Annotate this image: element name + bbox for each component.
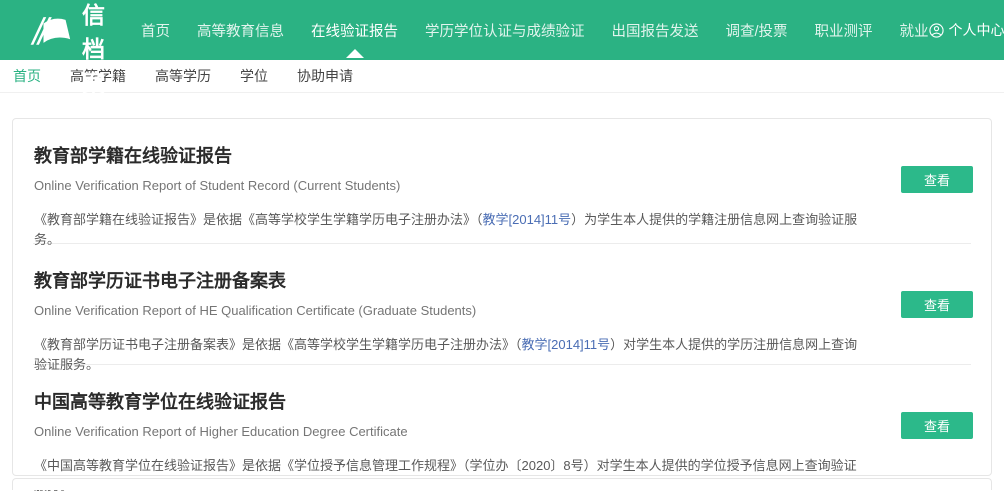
logo[interactable]: 学信档案	[26, 0, 109, 98]
card-title: 中国高等教育学位在线验证报告	[34, 388, 861, 414]
regulation-doc-link[interactable]: 教学[2014]11号	[483, 212, 572, 227]
book-pages-icon	[26, 11, 72, 49]
report-card-degree-certificate: 中国高等教育学位在线验证报告 Online Verification Repor…	[13, 365, 991, 475]
nav-item-employment[interactable]: 就业	[900, 20, 929, 41]
nav-item-higher-education-info[interactable]: 高等教育信息	[197, 20, 284, 41]
active-tab-indicator	[346, 49, 364, 58]
view-button[interactable]: 查看	[901, 291, 973, 318]
card-title: 教育部学历证书电子注册备案表	[34, 267, 861, 293]
report-card-student-record: 教育部学籍在线验证报告 Online Verification Report o…	[13, 119, 991, 243]
report-panel: 教育部学籍在线验证报告 Online Verification Report o…	[12, 118, 992, 476]
nav-item-survey-vote[interactable]: 调查/投票	[726, 20, 788, 41]
nav-item-career-assessment[interactable]: 职业测评	[815, 20, 873, 41]
card-subtitle: Online Verification Report of Higher Edu…	[34, 424, 861, 439]
view-button[interactable]: 查看	[901, 412, 973, 439]
report-card-qualification-certificate: 教育部学历证书电子注册备案表 Online Verification Repor…	[13, 244, 991, 364]
card-subtitle: Online Verification Report of HE Qualifi…	[34, 303, 861, 318]
nav-item-online-verification-report[interactable]: 在线验证报告	[311, 20, 398, 41]
nav-item-home[interactable]: 首页	[141, 20, 170, 41]
subnav-item-qualification[interactable]: 高等学历	[155, 66, 211, 86]
regulation-doc-link[interactable]: 教学[2014]11号	[522, 337, 611, 352]
card-subtitle: Online Verification Report of Student Re…	[34, 178, 861, 193]
view-button[interactable]: 查看	[901, 166, 973, 193]
description-text: 《教育部学籍在线验证报告》是依据《高等学校学生学籍学历电子注册办法》（	[34, 212, 483, 227]
sub-nav: 首页 高等学籍 高等学历 学位 协助申请	[0, 60, 1004, 93]
person-circle-icon	[929, 23, 944, 38]
nav-item-overseas-report-sending[interactable]: 出国报告发送	[612, 20, 699, 41]
logo-text: 学信档案	[82, 0, 109, 98]
user-menu[interactable]: 个人中心 ▾	[929, 20, 1004, 40]
next-panel-top-edge	[12, 478, 992, 490]
user-menu-label: 个人中心	[949, 20, 1004, 40]
main-nav: 首页 高等教育信息 在线验证报告 学历学位认证与成绩验证 出国报告发送 调查/投…	[141, 20, 929, 41]
description-text: 《教育部学历证书电子注册备案表》是依据《高等学校学生学籍学历电子注册办法》（	[34, 337, 522, 352]
subnav-item-assist-application[interactable]: 协助申请	[297, 66, 353, 86]
card-title: 教育部学籍在线验证报告	[34, 142, 861, 168]
nav-item-credential-and-grade-verification[interactable]: 学历学位认证与成绩验证	[425, 20, 585, 41]
subnav-item-degree[interactable]: 学位	[240, 66, 268, 86]
top-header: 学信档案 首页 高等教育信息 在线验证报告 学历学位认证与成绩验证 出国报告发送…	[0, 0, 1004, 60]
